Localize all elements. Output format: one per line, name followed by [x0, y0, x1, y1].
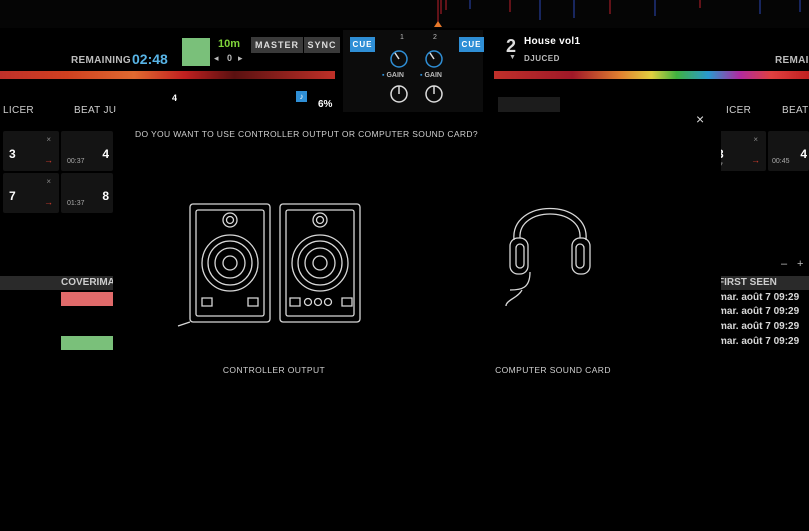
- deck1-beat-number: 4: [172, 93, 178, 103]
- headphones-icon: [505, 208, 591, 307]
- gain-knob-2[interactable]: [424, 49, 444, 74]
- deck1-remaining-label: REMAINING: [71, 55, 131, 66]
- hotcue-pad-4-right[interactable]: 4 00:45: [768, 131, 809, 171]
- deck2-artist: DJUCED: [524, 54, 560, 63]
- hotcue-pad-4[interactable]: 4 00:37: [61, 131, 113, 171]
- hotcue-pad-3[interactable]: 3 × →: [3, 131, 59, 171]
- mixer-cue-left-button[interactable]: CUE: [350, 37, 375, 52]
- library-header-right: FIRST SEEN: [714, 276, 809, 290]
- mixer-cue-right-button[interactable]: CUE: [459, 37, 484, 52]
- zoom-in-button[interactable]: +: [797, 258, 803, 270]
- deck1-time: 02:48: [132, 51, 168, 67]
- deck1-pitch-right-icon[interactable]: ▸: [238, 53, 243, 64]
- channel-1-label: 1: [400, 34, 404, 41]
- deck1-percent: 6%: [318, 99, 333, 110]
- library-header-left: COVERIMA: [0, 276, 115, 290]
- tab-beat-jump-left[interactable]: BEAT JU: [74, 105, 116, 116]
- channel-2-label: 2: [433, 34, 437, 41]
- tab-beat-right[interactable]: BEAT: [782, 105, 809, 116]
- deck2-track-title: House vol1: [524, 36, 581, 47]
- overview-waveform[interactable]: [0, 0, 809, 28]
- first-seen-date-4: mar. août 7 09:29: [718, 336, 800, 347]
- deck2-remaining-label: REMAIN: [775, 55, 809, 66]
- cover-thumb-green: [61, 336, 113, 350]
- controller-output-label[interactable]: CONTROLLER OUTPUT: [196, 365, 352, 375]
- deck1-duration: 10m: [218, 38, 241, 50]
- computer-sound-card-label[interactable]: COMPUTER SOUND CARD: [474, 365, 632, 375]
- tab-slicer-right[interactable]: ICER: [726, 105, 751, 116]
- deck1-pitch: 0: [227, 53, 233, 63]
- dialog-question: DO YOU WANT TO USE CONTROLLER OUTPUT OR …: [135, 129, 478, 139]
- gain-label-2: ▪ GAIN: [420, 72, 442, 79]
- sync-button[interactable]: SYNC: [304, 37, 340, 53]
- bottom-area: [0, 442, 809, 531]
- deck1-waveform[interactable]: [0, 71, 335, 79]
- master-button[interactable]: MASTER: [251, 37, 303, 53]
- close-icon[interactable]: ×: [696, 111, 704, 127]
- column-coverimage[interactable]: COVERIMA: [61, 277, 115, 288]
- deck1-info-icon[interactable]: ♪: [296, 91, 307, 102]
- computer-sound-card-option[interactable]: [500, 178, 600, 308]
- cover-thumb-red: [61, 292, 113, 306]
- column-first-seen[interactable]: FIRST SEEN: [718, 277, 777, 288]
- first-seen-date-1: mar. août 7 09:29: [718, 292, 800, 303]
- eq-knob-1[interactable]: [389, 84, 409, 109]
- speakers-icon: [177, 203, 361, 327]
- hotcue-pad-7[interactable]: 7 × →: [3, 173, 59, 213]
- gain-label-1: ▪ GAIN: [382, 72, 404, 79]
- controller-output-option[interactable]: [176, 196, 366, 336]
- first-seen-date-3: mar. août 7 09:29: [718, 321, 800, 332]
- hotcue-pad-8[interactable]: 8 01:37: [61, 173, 113, 213]
- first-seen-date-2: mar. août 7 09:29: [718, 306, 800, 317]
- deck2-dropdown-icon[interactable]: ▼: [509, 54, 516, 61]
- deck2-toolbar-block[interactable]: [498, 97, 560, 112]
- zoom-out-button[interactable]: –: [781, 258, 787, 270]
- deck2-waveform[interactable]: [494, 71, 809, 79]
- gain-knob-1[interactable]: [389, 49, 409, 74]
- eq-knob-2[interactable]: [424, 84, 444, 109]
- deck1-pitch-left-icon[interactable]: ◂: [214, 53, 219, 64]
- tab-slicer-left[interactable]: LICER: [3, 105, 34, 116]
- deck1-cover-art: [182, 38, 210, 66]
- library-empty-left: [0, 380, 113, 440]
